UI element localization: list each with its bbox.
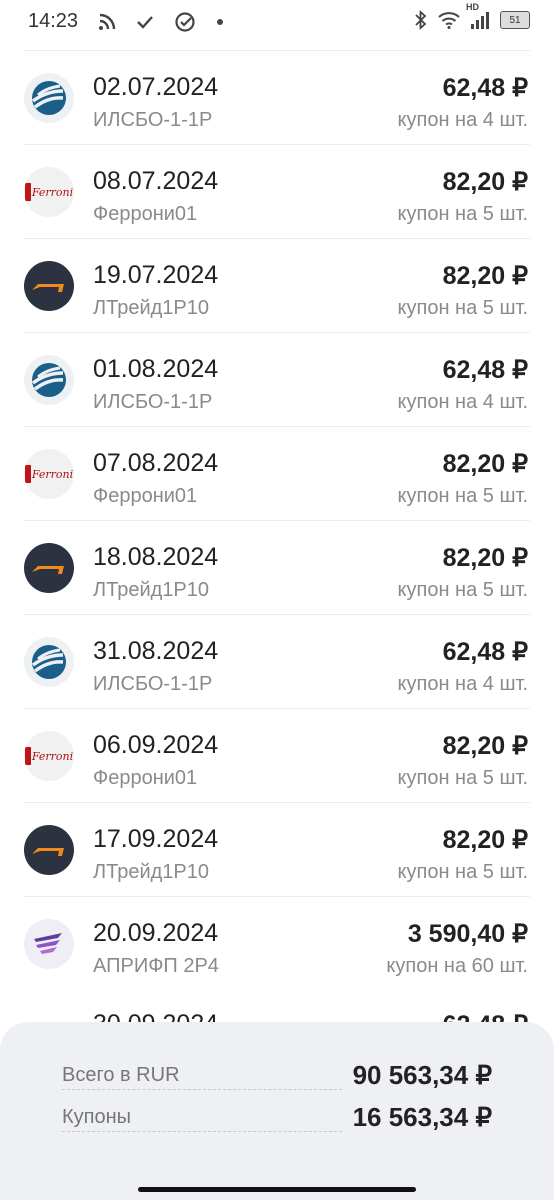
ils-logo-icon (24, 73, 74, 123)
payment-date: 08.07.2024 (93, 167, 219, 195)
payment-amount: 62,48 ₽ (442, 356, 528, 384)
payment-row[interactable]: Ferroni 07.08.2024 Феррони01 82,20 ₽ купон н… (24, 426, 530, 520)
payment-date: 06.09.2024 (93, 731, 219, 759)
bond-name: ЛТрейд1Р10 (93, 579, 210, 601)
summary-coupons-label: Купоны (62, 1106, 136, 1129)
payment-date: 20.09.2024 (93, 919, 219, 947)
bond-name: ЛТрейд1Р10 (93, 297, 210, 319)
signal-icon: HD (466, 2, 490, 30)
status-bar: 14:23 HD 51 (0, 0, 554, 46)
payment-amount: 62,48 ₽ (442, 74, 528, 102)
ltr-logo-icon (24, 543, 74, 593)
bond-name: Феррони01 (93, 203, 198, 225)
network-type-label: HD (466, 2, 479, 12)
payment-amount: 82,20 ₽ (442, 450, 528, 478)
payment-amount: 82,20 ₽ (442, 168, 528, 196)
summary-total-label: Всего в RUR (62, 1064, 184, 1087)
coupon-count: купон на 5 шт. (397, 579, 528, 601)
summary-total-value: 90 563,34 ₽ (352, 1060, 492, 1090)
payment-date: 17.09.2024 (93, 825, 219, 853)
ils-logo-icon (24, 637, 74, 687)
payment-amount: 82,20 ₽ (442, 262, 528, 290)
coupon-count: купон на 5 шт. (397, 767, 528, 789)
bond-name: ИЛСБО-1-1Р (93, 673, 213, 695)
payment-amount: 82,20 ₽ (442, 826, 528, 854)
home-indicator[interactable] (138, 1187, 416, 1192)
summary-leader-dots (62, 1131, 342, 1132)
summary-coupons-value: 16 563,34 ₽ (352, 1102, 492, 1132)
status-left: 14:23 (28, 10, 224, 33)
ltr-logo-icon (24, 825, 74, 875)
payment-row[interactable]: 17.09.2024 ЛТрейд1Р10 82,20 ₽ купон на 5 шт… (24, 802, 530, 896)
payment-date: 01.08.2024 (93, 355, 219, 383)
payment-amount: 82,20 ₽ (442, 544, 528, 572)
payment-row[interactable]: Ferroni 08.07.2024 Феррони01 82,20 ₽ купон н… (24, 144, 530, 238)
bond-name: ИЛСБО-1-1Р (93, 391, 213, 413)
coupon-count: купон на 5 шт. (397, 203, 528, 225)
ferroni-logo-icon: Ferroni (24, 449, 74, 499)
summary-total-row: Всего в RUR 90 563,34 ₽ (62, 1060, 492, 1094)
ils-logo-icon (24, 355, 74, 405)
apri-logo-icon (24, 919, 74, 969)
status-right: HD 51 (414, 2, 530, 30)
coupon-count: купон на 5 шт. (397, 861, 528, 883)
battery-level: 51 (509, 14, 521, 26)
payment-row[interactable]: 19.07.2024 ЛТрейд1Р10 82,20 ₽ купон на 5 шт… (24, 238, 530, 332)
payment-amount: 62,48 ₽ (442, 638, 528, 666)
check-circle-icon (174, 11, 196, 33)
payments-list[interactable]: 02.07.2024 ИЛСБО-1-1Р 62,48 ₽ купон на 4 шт… (0, 50, 554, 990)
battery-icon: 51 (500, 11, 530, 29)
payment-row[interactable]: 31.08.2024 ИЛСБО-1-1Р 62,48 ₽ купон на 4 шт… (24, 614, 530, 708)
status-time: 14:23 (28, 10, 79, 32)
payment-row[interactable]: 18.08.2024 ЛТрейд1Р10 82,20 ₽ купон на 5 шт… (24, 520, 530, 614)
dot-icon (216, 18, 224, 26)
ferroni-logo-icon: Ferroni (24, 167, 74, 217)
coupon-count: купон на 5 шт. (397, 297, 528, 319)
summary-panel: Всего в RUR 90 563,34 ₽ Купоны 16 563,34… (0, 1022, 554, 1200)
summary-leader-dots (62, 1089, 342, 1090)
payment-date: 31.08.2024 (93, 637, 219, 665)
bond-name: АПРИФП 2Р4 (93, 955, 219, 977)
payment-row[interactable]: 02.07.2024 ИЛСБО-1-1Р 62,48 ₽ купон на 4 шт… (24, 50, 530, 144)
coupon-count: купон на 4 шт. (397, 673, 528, 695)
ferroni-logo-icon: Ferroni (24, 731, 74, 781)
payment-date: 07.08.2024 (93, 449, 219, 477)
coupon-count: купон на 60 шт. (386, 955, 528, 977)
coupon-count: купон на 4 шт. (397, 109, 528, 131)
bond-name: Феррони01 (93, 485, 198, 507)
bluetooth-icon (414, 10, 428, 30)
payment-row[interactable]: Ferroni 06.09.2024 Феррони01 82,20 ₽ купон н… (24, 708, 530, 802)
check-icon (136, 14, 154, 30)
payment-amount: 82,20 ₽ (442, 732, 528, 760)
wifi-icon (438, 11, 460, 29)
payment-amount: 3 590,40 ₽ (407, 920, 528, 948)
bond-name: ЛТрейд1Р10 (93, 861, 210, 883)
payment-row[interactable]: 20.09.2024 АПРИФП 2Р4 3 590,40 ₽ купон на 6… (24, 896, 530, 990)
coupon-count: купон на 5 шт. (397, 485, 528, 507)
bond-name: Феррони01 (93, 767, 198, 789)
payment-date: 18.08.2024 (93, 543, 219, 571)
coupon-count: купон на 4 шт. (397, 391, 528, 413)
payment-row[interactable]: 01.08.2024 ИЛСБО-1-1Р 62,48 ₽ купон на 4 шт… (24, 332, 530, 426)
summary-coupons-row: Купоны 16 563,34 ₽ (62, 1102, 492, 1136)
rss-icon (98, 13, 116, 31)
payment-date: 19.07.2024 (93, 261, 219, 289)
ltr-logo-icon (24, 261, 74, 311)
payment-date: 02.07.2024 (93, 73, 219, 101)
bond-name: ИЛСБО-1-1Р (93, 109, 213, 131)
